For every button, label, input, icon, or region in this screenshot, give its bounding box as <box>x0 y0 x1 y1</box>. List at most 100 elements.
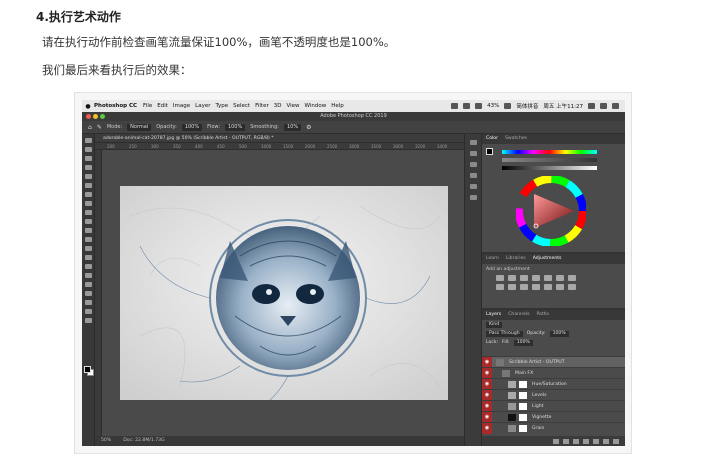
pen-tool-icon[interactable] <box>84 273 92 278</box>
brightness-slider[interactable] <box>502 166 597 170</box>
document-tab[interactable]: adorable-animal-cat-20787.jpg @ 50% (Scr… <box>95 134 464 143</box>
shape-tool-icon[interactable] <box>84 300 92 305</box>
hand-tool-icon[interactable] <box>84 309 92 314</box>
crop-tool-icon[interactable] <box>84 174 92 179</box>
zoom-level[interactable]: 50% <box>101 436 111 446</box>
info-panel-icon[interactable] <box>469 162 477 167</box>
wifi-icon[interactable] <box>475 103 483 109</box>
tab-libraries[interactable]: Libraries <box>506 254 526 264</box>
gradient-tool-icon[interactable] <box>84 246 92 251</box>
layer-row[interactable]: ◉ Scribble Artist - OUTPUT <box>482 356 625 368</box>
layer-row[interactable]: ◉ Grain <box>482 422 625 434</box>
menu-window[interactable]: Window <box>305 103 327 109</box>
visibility-eye-icon[interactable]: ◉ <box>482 378 492 390</box>
black-white-icon[interactable] <box>496 284 504 290</box>
menu-file[interactable]: File <box>143 103 152 109</box>
zoom-window-button[interactable] <box>100 114 105 119</box>
doc-size[interactable]: Doc: 22.8M/1.73G <box>123 436 164 446</box>
visibility-eye-icon[interactable]: ◉ <box>482 356 492 368</box>
properties-panel-icon[interactable] <box>469 151 477 156</box>
input-method[interactable]: 简体拼音 <box>516 102 538 110</box>
minimize-window-button[interactable] <box>93 114 98 119</box>
curves-icon[interactable] <box>520 275 528 281</box>
layer-mask-thumb[interactable] <box>519 391 527 399</box>
lasso-tool-icon[interactable] <box>84 156 92 161</box>
link-layers-icon[interactable] <box>553 438 559 444</box>
visibility-eye-icon[interactable]: ◉ <box>482 422 492 434</box>
new-layer-icon[interactable] <box>603 438 609 444</box>
filter-kind-select[interactable]: Kind <box>486 321 503 328</box>
exposure-icon[interactable] <box>532 275 540 281</box>
marquee-tool-icon[interactable] <box>84 147 92 152</box>
layer-mask-thumb[interactable] <box>519 424 527 432</box>
eyedropper-tool-icon[interactable] <box>84 192 92 197</box>
opacity-field[interactable]: 100% <box>181 123 203 131</box>
brightness-contrast-icon[interactable] <box>496 275 504 281</box>
tab-paths[interactable]: Paths <box>536 310 549 320</box>
layer-style-icon[interactable] <box>563 438 569 444</box>
menu-view[interactable]: View <box>286 103 299 109</box>
new-group-icon[interactable] <box>593 438 599 444</box>
layer-mask-thumb[interactable] <box>519 380 527 388</box>
fill-field[interactable]: 100% <box>513 339 533 346</box>
home-icon[interactable]: ⌂ <box>88 124 92 131</box>
app-menu[interactable]: Photoshop CC <box>94 103 137 109</box>
add-mask-icon[interactable] <box>573 438 579 444</box>
saturation-slider[interactable] <box>502 158 597 162</box>
tab-layers[interactable]: Layers <box>486 310 501 320</box>
threshold-icon[interactable] <box>568 284 576 290</box>
paragraph-panel-icon[interactable] <box>469 173 477 178</box>
healing-tool-icon[interactable] <box>84 201 92 206</box>
wechat-icon[interactable] <box>451 103 459 109</box>
visibility-eye-icon[interactable]: ◉ <box>482 400 492 412</box>
vibrance-icon[interactable] <box>544 275 552 281</box>
photo-filter-icon[interactable] <box>508 284 516 290</box>
brush-preset-icon[interactable]: ✎ <box>97 124 102 131</box>
layer-row[interactable]: ◉ Vignette <box>482 411 625 423</box>
brush-settings-icon[interactable] <box>469 184 477 189</box>
display-icon[interactable] <box>463 103 471 109</box>
frame-tool-icon[interactable] <box>84 183 92 188</box>
foreground-color-swatch[interactable] <box>84 366 91 373</box>
layer-row[interactable]: ◉ Levels <box>482 389 625 401</box>
history-brush-icon[interactable] <box>84 228 92 233</box>
color-wheel[interactable] <box>516 176 586 246</box>
menu-edit[interactable]: Edit <box>157 103 168 109</box>
visibility-eye-icon[interactable]: ◉ <box>482 411 492 423</box>
posterize-icon[interactable] <box>556 284 564 290</box>
layer-row[interactable]: ◉ Hue/Saturation <box>482 378 625 390</box>
menu-layer[interactable]: Layer <box>195 103 210 109</box>
actions-panel-icon[interactable] <box>469 195 477 200</box>
new-adjustment-icon[interactable] <box>583 438 589 444</box>
tab-color[interactable]: Color <box>486 134 498 144</box>
channel-mixer-icon[interactable] <box>520 284 528 290</box>
menu-3d[interactable]: 3D <box>274 103 282 109</box>
color-balance-icon[interactable] <box>568 275 576 281</box>
menu-type[interactable]: Type <box>215 103 228 109</box>
visibility-eye-icon[interactable]: ◉ <box>482 389 492 401</box>
delete-layer-icon[interactable] <box>613 438 619 444</box>
layer-row[interactable]: ◉ Main FX <box>482 367 625 379</box>
stamp-tool-icon[interactable] <box>84 219 92 224</box>
invert-icon[interactable] <box>544 284 552 290</box>
battery-icon[interactable] <box>504 103 512 109</box>
hue-saturation-icon[interactable] <box>556 275 564 281</box>
blend-mode-select[interactable]: Pass Through <box>486 330 523 337</box>
tab-channels[interactable]: Channels <box>508 310 529 320</box>
menu-filter[interactable]: Filter <box>255 103 269 109</box>
close-window-button[interactable] <box>86 114 91 119</box>
dodge-tool-icon[interactable] <box>84 264 92 269</box>
brush-tool-icon[interactable] <box>84 210 92 215</box>
menu-image[interactable]: Image <box>173 103 190 109</box>
layer-opacity-field[interactable]: 100% <box>549 330 569 337</box>
layer-row[interactable]: ◉ Light <box>482 400 625 412</box>
menu-help[interactable]: Help <box>331 103 344 109</box>
type-tool-icon[interactable] <box>84 282 92 287</box>
search-icon[interactable] <box>588 103 595 109</box>
move-tool-icon[interactable] <box>84 138 92 143</box>
zoom-tool-icon[interactable] <box>84 318 92 323</box>
smoothing-field[interactable]: 10% <box>283 123 302 131</box>
notification-center-icon[interactable] <box>612 103 619 109</box>
hue-slider[interactable] <box>502 150 597 154</box>
history-panel-icon[interactable] <box>469 140 477 145</box>
